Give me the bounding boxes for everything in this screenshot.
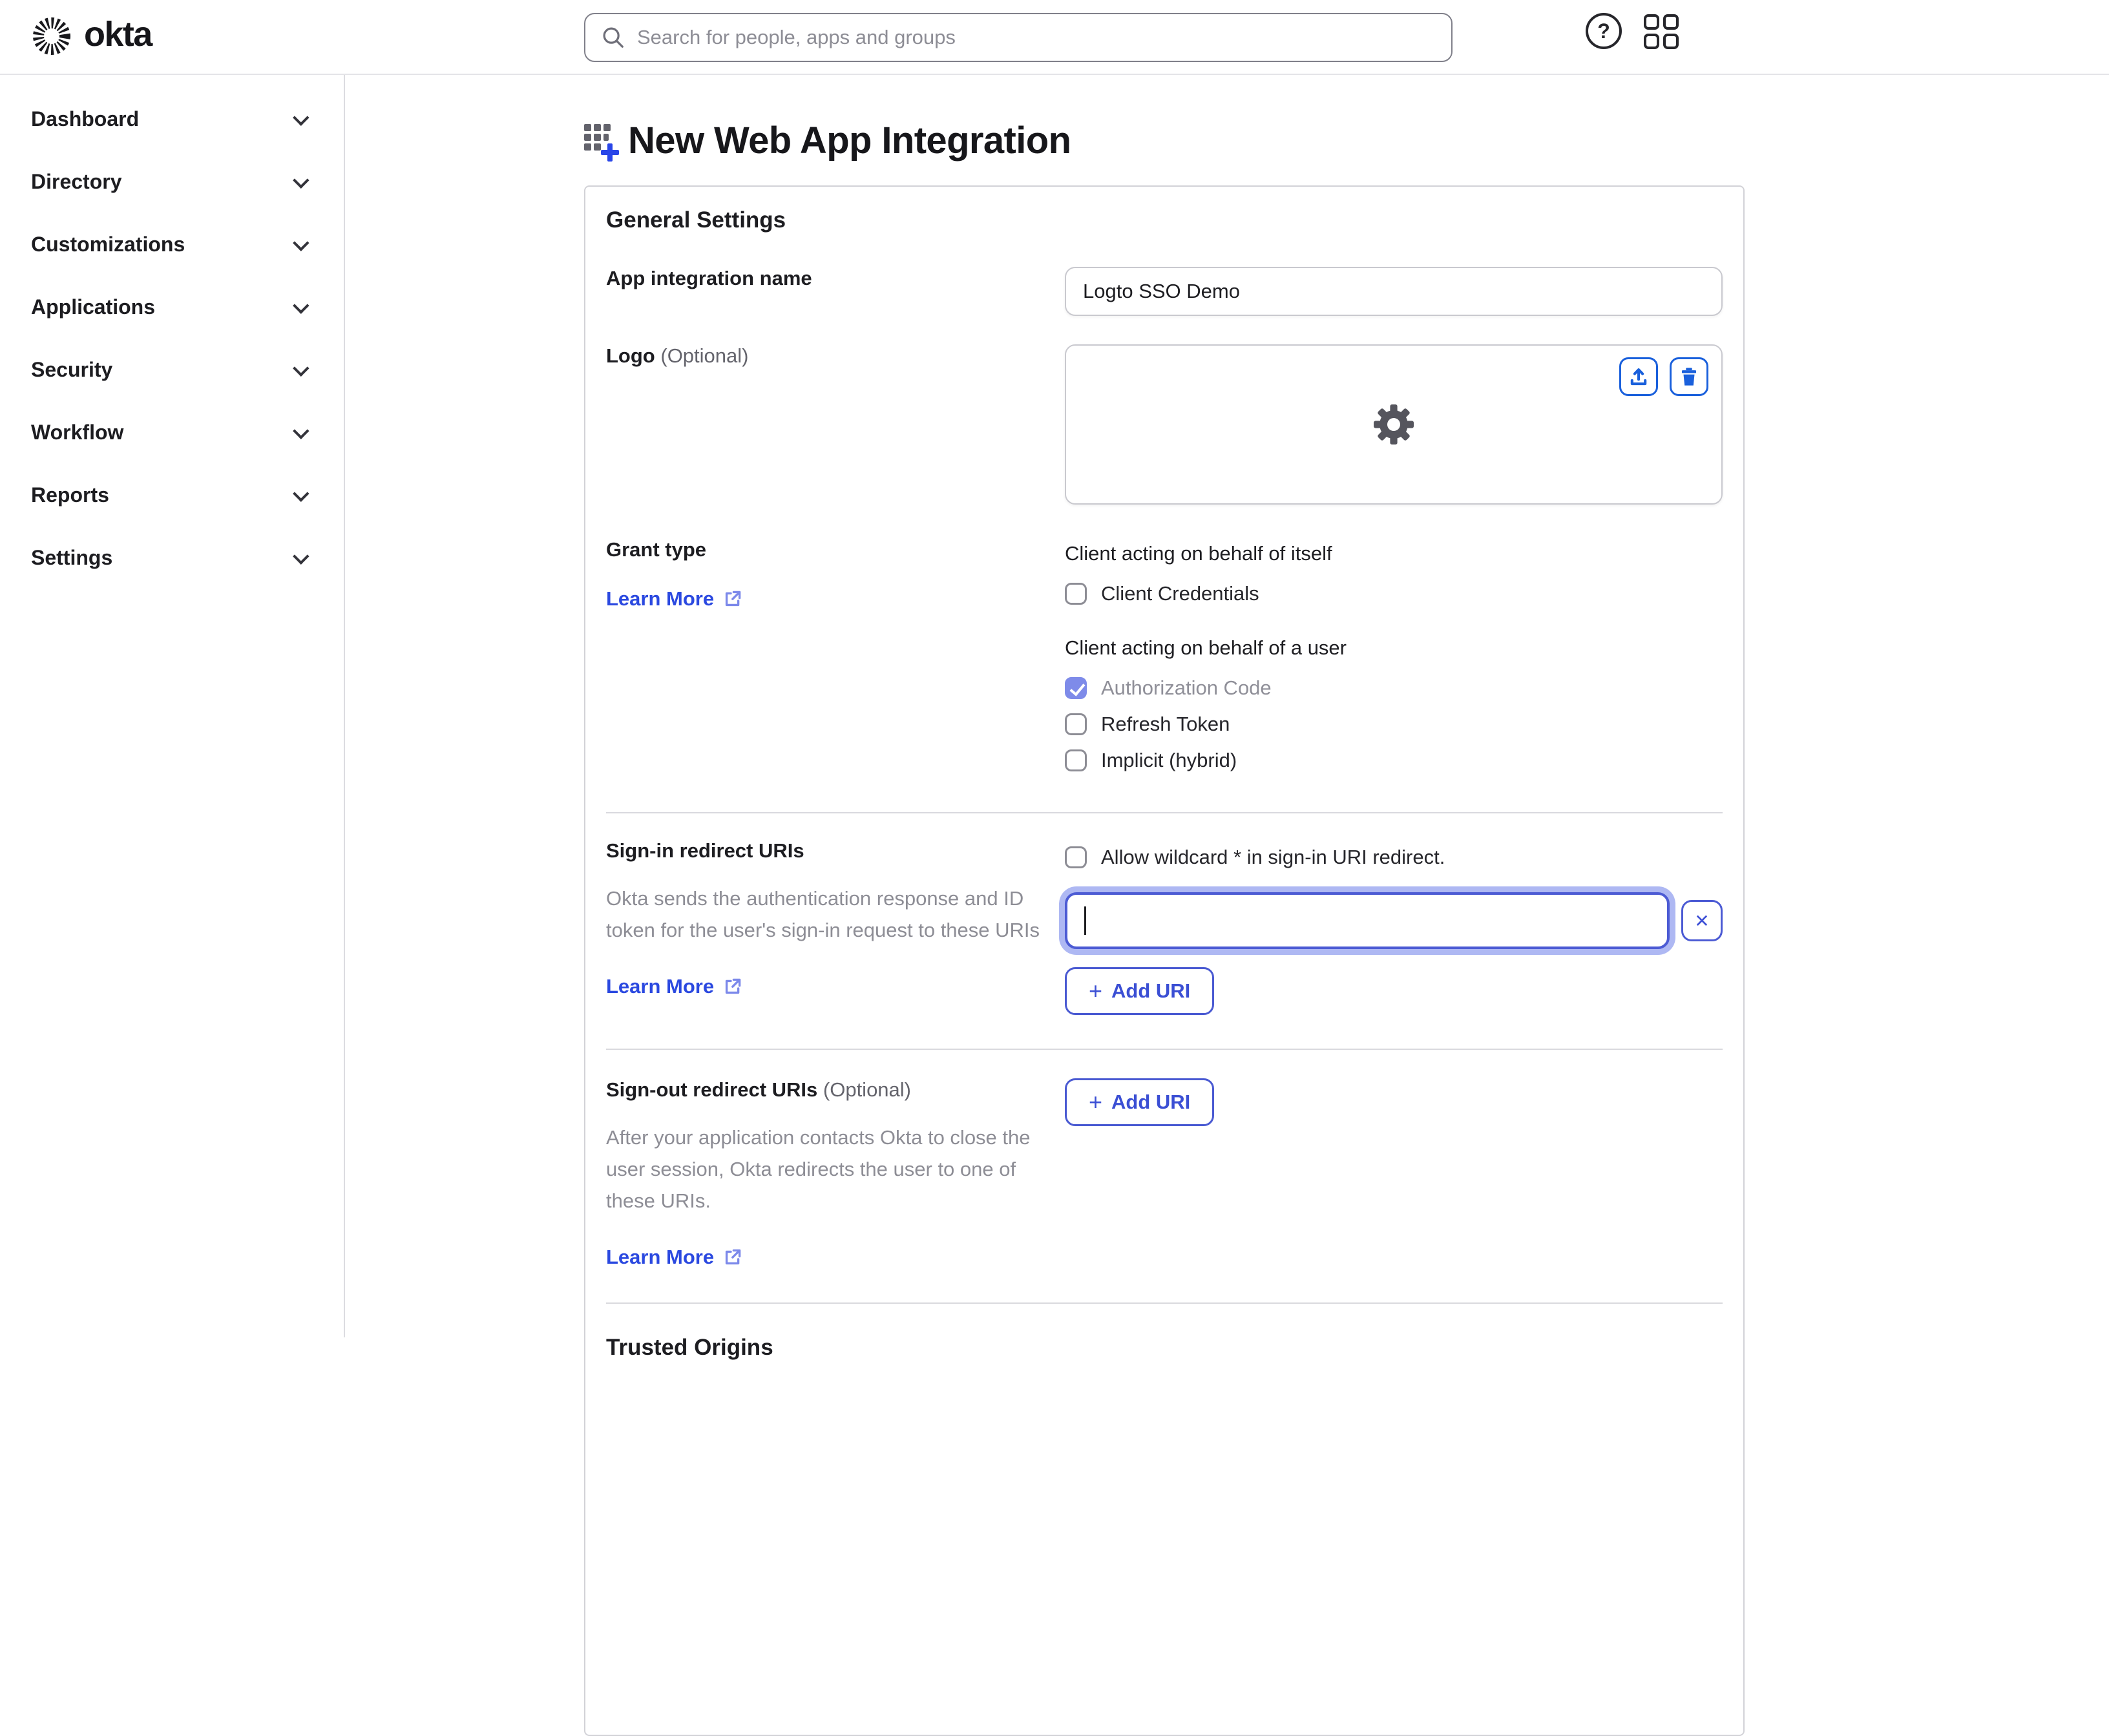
signout-redirect-description: After your application contacts Okta to … <box>606 1126 1031 1212</box>
divider <box>606 812 1723 813</box>
sidebar-item-workflow[interactable]: Workflow <box>0 401 344 464</box>
trash-icon <box>1681 368 1697 386</box>
signin-redirect-label: Sign-in redirect URIs <box>606 839 804 862</box>
chevron-down-icon <box>293 234 310 251</box>
plus-icon: + <box>1089 1089 1103 1115</box>
okta-logo[interactable]: okta <box>31 16 152 57</box>
logo-label: Logo <box>606 344 655 367</box>
grant-itself-heading: Client acting on behalf of itself <box>1065 542 1332 565</box>
chevron-down-icon <box>293 359 310 377</box>
general-settings-card: General Settings App integration name Lo… <box>584 185 1745 1736</box>
grant-option-implicit-hybrid[interactable]: Implicit (hybrid) <box>1065 742 1723 779</box>
default-logo-gear-icon <box>1374 404 1414 444</box>
grid-square-icon <box>1663 34 1679 49</box>
delete-logo-button[interactable] <box>1670 357 1708 396</box>
text-caret <box>1084 906 1087 935</box>
grant-type-row: Grant type Learn More Client acting on b… <box>606 538 1723 779</box>
checkbox[interactable] <box>1065 749 1087 771</box>
grid-square-icon <box>1663 14 1679 30</box>
grid-square-icon <box>1644 14 1659 30</box>
grid-square-icon <box>1644 34 1659 49</box>
signout-redirect-row: Sign-out redirect URIs (Optional) After … <box>606 1078 1723 1269</box>
remove-uri-button[interactable]: ✕ <box>1681 900 1723 941</box>
help-button[interactable]: ? <box>1586 13 1622 49</box>
external-link-icon <box>726 1249 741 1265</box>
question-mark-icon: ? <box>1597 19 1610 43</box>
sidebar-item-directory[interactable]: Directory <box>0 151 344 213</box>
chevron-down-icon <box>293 297 310 314</box>
wildcard-checkbox-row[interactable]: Allow wildcard * in sign-in URI redirect… <box>1065 839 1723 875</box>
grant-learn-more-link[interactable]: Learn More <box>606 587 742 611</box>
search-icon <box>603 27 624 48</box>
divider <box>606 1049 1723 1050</box>
app-switcher-button[interactable] <box>1644 14 1679 49</box>
external-link-icon <box>726 978 741 994</box>
grant-option-client-credentials[interactable]: Client Credentials <box>1065 576 1723 612</box>
section-title-trusted-origins: Trusted Origins <box>606 1334 773 1360</box>
chevron-down-icon <box>293 422 310 439</box>
grant-option-refresh-token[interactable]: Refresh Token <box>1065 706 1723 742</box>
signout-optional-label: (Optional) <box>823 1078 911 1101</box>
chevron-down-icon <box>293 171 310 189</box>
signin-redirect-description: Okta sends the authentication response a… <box>606 887 1040 941</box>
app-integration-name-input[interactable] <box>1065 267 1723 316</box>
sidebar-item-settings[interactable]: Settings <box>0 527 344 589</box>
app-name-label: App integration name <box>606 267 812 289</box>
grant-user-heading: Client acting on behalf of a user <box>1065 636 1347 659</box>
app-name-row: App integration name <box>606 267 1723 316</box>
close-icon: ✕ <box>1694 910 1710 931</box>
sidebar-item-customizations[interactable]: Customizations <box>0 213 344 276</box>
grant-type-label: Grant type <box>606 538 707 561</box>
section-title-general-settings: General Settings <box>606 207 786 233</box>
okta-aura-icon <box>33 17 70 55</box>
sidebar-item-security[interactable]: Security <box>0 339 344 401</box>
grant-option-authorization-code[interactable]: Authorization Code <box>1065 670 1723 706</box>
sidebar-item-dashboard[interactable]: Dashboard <box>0 88 344 151</box>
page-title: New Web App Integration <box>628 120 1071 162</box>
sidebar-item-reports[interactable]: Reports <box>0 464 344 527</box>
checkbox[interactable] <box>1065 846 1087 868</box>
signout-learn-more-link[interactable]: Learn More <box>606 1246 742 1269</box>
checkbox-checked[interactable] <box>1065 677 1087 699</box>
add-signin-uri-button[interactable]: + Add URI <box>1065 967 1215 1015</box>
external-link-icon <box>726 591 741 607</box>
main-content: New Web App Integration General Settings… <box>345 75 2109 1736</box>
top-bar: okta ? <box>0 0 2109 75</box>
brand-wordmark: okta <box>84 15 152 54</box>
logo-optional-label: (Optional) <box>660 344 749 367</box>
signin-learn-more-link[interactable]: Learn More <box>606 975 742 998</box>
upload-logo-button[interactable] <box>1619 357 1658 396</box>
logo-row: Logo (Optional) <box>606 344 1723 505</box>
sidebar: Dashboard Directory Customizations Appli… <box>0 75 345 1337</box>
checkbox[interactable] <box>1065 583 1087 605</box>
chevron-down-icon <box>293 109 310 126</box>
signout-redirect-label: Sign-out redirect URIs <box>606 1078 818 1101</box>
upload-icon <box>1630 368 1647 386</box>
search-input[interactable] <box>637 26 1436 49</box>
sidebar-item-applications[interactable]: Applications <box>0 276 344 339</box>
signin-redirect-row: Sign-in redirect URIs Okta sends the aut… <box>606 839 1723 1015</box>
checkbox[interactable] <box>1065 713 1087 735</box>
global-search <box>584 13 1453 62</box>
plus-icon: + <box>1089 978 1103 1004</box>
divider <box>606 1302 1723 1304</box>
logo-preview-box[interactable] <box>1065 344 1723 505</box>
signin-redirect-uri-input[interactable] <box>1065 892 1670 949</box>
app-integration-grid-plus-icon <box>584 123 619 162</box>
chevron-down-icon <box>293 485 310 502</box>
add-signout-uri-button[interactable]: + Add URI <box>1065 1078 1215 1126</box>
chevron-down-icon <box>293 547 310 565</box>
